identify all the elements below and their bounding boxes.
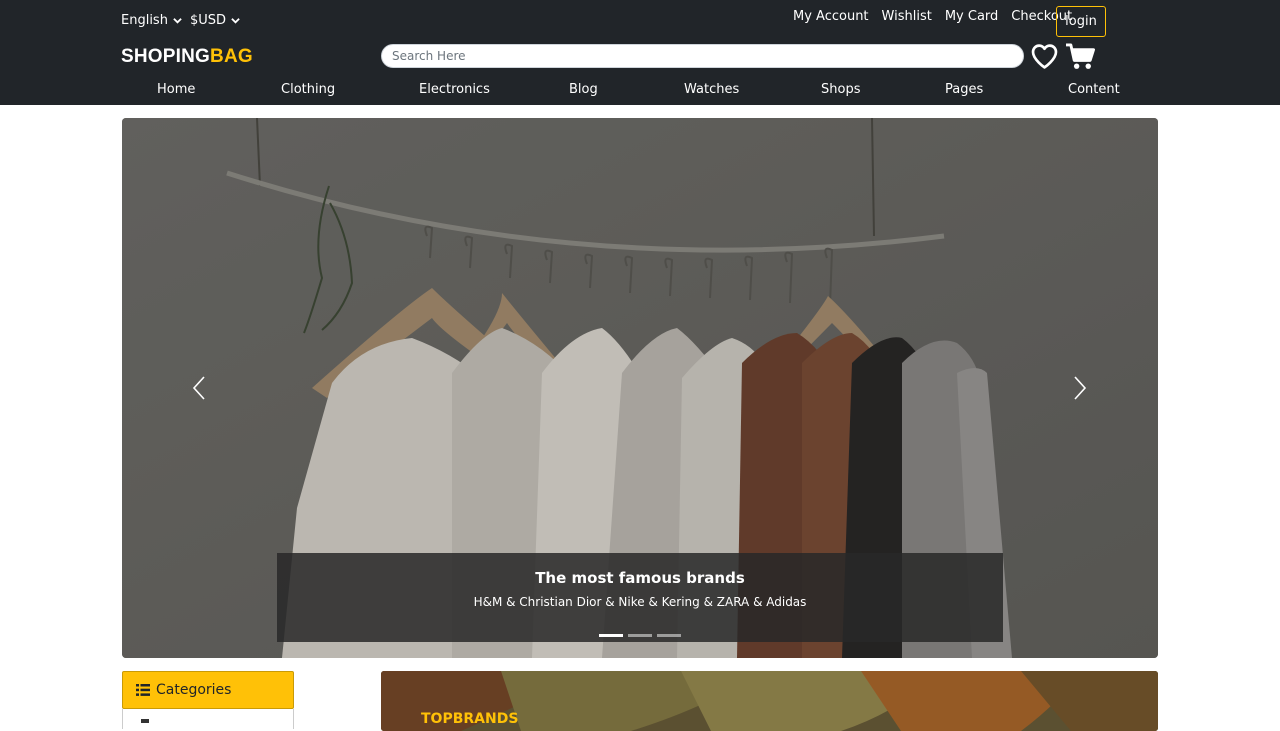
categories-title: Categories — [156, 682, 232, 698]
logo-text-shoping: SHOPING — [121, 46, 211, 67]
chevron-down-icon — [231, 18, 240, 24]
nav-item-blog[interactable]: Blog — [569, 82, 598, 97]
currency-label: $USD — [189, 13, 227, 28]
currency-dropdown[interactable]: $USD — [190, 13, 240, 28]
list-icon — [136, 684, 150, 696]
language-label: English — [121, 13, 168, 28]
carousel-prev-arrow-icon[interactable] — [191, 375, 207, 401]
site-logo[interactable]: SHOPINGBAG — [121, 46, 253, 68]
carousel-next-arrow-icon[interactable] — [1072, 375, 1088, 401]
nav-item-home[interactable]: Home — [157, 82, 195, 97]
carousel-indicator-1[interactable] — [599, 634, 623, 637]
nav-item-electronics[interactable]: Electronics — [419, 82, 490, 97]
logo-text-bag: BAG — [210, 46, 253, 67]
chevron-down-icon — [173, 18, 182, 24]
locale-selectors: English $USD — [121, 13, 240, 28]
carousel-indicators — [599, 634, 681, 637]
top-brands-banner: TOPBRANDS — [381, 671, 1158, 731]
nav-item-clothing[interactable]: Clothing — [281, 82, 335, 97]
carousel-caption: The most famous brands H&M & Christian D… — [277, 553, 1003, 642]
nav-item-watches[interactable]: Watches — [684, 82, 739, 97]
nav-item-content[interactable]: Content — [1068, 82, 1120, 97]
wishlist-link[interactable]: Wishlist — [882, 9, 932, 24]
nav-item-shops[interactable]: Shops — [821, 82, 860, 97]
wishlist-heart-icon[interactable] — [1030, 42, 1059, 71]
caption-title: The most famous brands — [535, 569, 745, 587]
login-button[interactable]: login — [1056, 6, 1106, 37]
language-dropdown[interactable]: English — [121, 13, 182, 28]
nav-item-pages[interactable]: Pages — [945, 82, 983, 97]
site-header: English $USD My Account Wishlist My Card… — [0, 0, 1280, 105]
search-input[interactable] — [381, 44, 1024, 68]
category-item-icon — [141, 719, 149, 723]
cart-icon[interactable] — [1065, 42, 1096, 71]
caption-text: H&M & Christian Dior & Nike & Kering & Z… — [473, 595, 807, 609]
categories-list — [122, 709, 294, 729]
my-card-link[interactable]: My Card — [945, 9, 998, 24]
categories-header[interactable]: Categories — [122, 671, 294, 709]
my-account-link[interactable]: My Account — [793, 9, 869, 24]
top-brands-title: TOPBRANDS — [421, 711, 519, 727]
account-links: My Account Wishlist My Card Checkout — [793, 9, 1072, 24]
main-nav: Home Clothing Electronics Blog Watches S… — [0, 82, 1280, 98]
carousel-indicator-2[interactable] — [628, 634, 652, 637]
carousel-indicator-3[interactable] — [657, 634, 681, 637]
